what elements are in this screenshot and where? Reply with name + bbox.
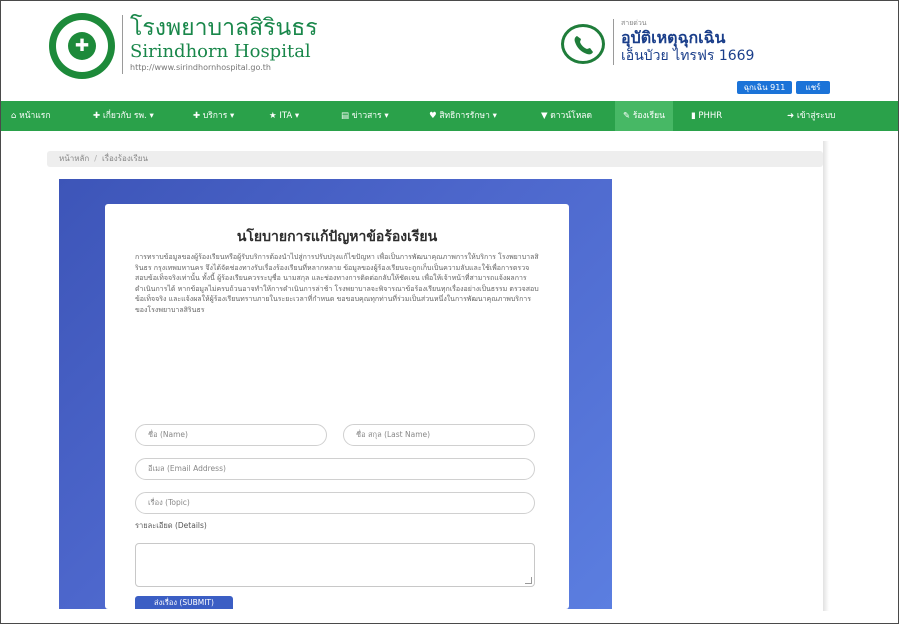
last-name-placeholder: ชื่อ สกุล (Last Name) <box>356 430 431 439</box>
submit-button[interactable]: ส่งเรื่อง (SUBMIT) <box>135 596 233 609</box>
share-button[interactable]: แชร์ <box>796 81 830 94</box>
nav-item-phhr[interactable]: ▮ PHHR <box>691 101 722 131</box>
resize-handle[interactable] <box>525 577 532 584</box>
nav-item-news[interactable]: ▤ ข่าวสาร ▾ <box>341 101 389 131</box>
policy-text: การทราบข้อมูลของผู้ร้องเรียนหรือผู้รับบร… <box>135 253 539 314</box>
nav-label: PHHR <box>698 111 723 121</box>
nav-label: ITA ▾ <box>279 111 300 121</box>
page-frame: ✚ โรงพยาบาลสิรินธร Sirindhorn Hospital h… <box>0 0 899 624</box>
email-field[interactable]: อีเมล (Email Address) <box>135 458 535 480</box>
caduceus-icon: ✚ <box>68 32 96 60</box>
phone-icon <box>561 24 605 64</box>
service-icon: ✚ <box>193 111 201 121</box>
nav-label: หน้าแรก <box>19 111 51 121</box>
hospital-logo[interactable]: ✚ <box>49 13 115 79</box>
emergency-block: สายด่วน อุบัติเหตุฉุกเฉิน เอ็นบัวย ไทรฟร… <box>613 19 754 65</box>
emergency-title: อุบัติเหตุฉุกเฉิน <box>621 28 726 47</box>
hospital-title-block: โรงพยาบาลสิรินธร Sirindhorn Hospital htt… <box>122 15 318 74</box>
nav-label: ข่าวสาร ▾ <box>351 111 389 121</box>
file-icon: ▼ <box>541 111 548 121</box>
policy-title: นโยบายการแก้ปัญหาข้อร้องเรียน <box>236 229 438 245</box>
details-label: รายละเอียด (Details) <box>135 521 207 530</box>
email-placeholder: อีเมล (Email Address) <box>148 464 226 473</box>
chart-icon: ▮ <box>691 111 696 121</box>
home-icon: ⌂ <box>11 111 17 121</box>
first-name-placeholder: ชื่อ (Name) <box>148 430 188 439</box>
nav-label: เกี่ยวกับ รพ. ▾ <box>102 111 154 121</box>
pencil-icon: ✎ <box>623 111 631 121</box>
details-textarea[interactable] <box>135 543 535 587</box>
nav-label: สิทธิการรักษา ▾ <box>439 111 497 121</box>
nav-item-home[interactable]: ⌂ หน้าแรก <box>11 101 51 131</box>
login-icon: ➜ <box>787 111 795 121</box>
subject-field[interactable]: เรื่อง (Topic) <box>135 492 535 514</box>
first-name-field[interactable]: ชื่อ (Name) <box>135 424 327 446</box>
heart-icon: ♥ <box>429 111 437 121</box>
nav-label: บริการ ▾ <box>202 111 235 121</box>
subject-placeholder: เรื่อง (Topic) <box>148 498 190 507</box>
content-divider <box>823 141 829 611</box>
nav-label: ดาวน์โหลด <box>550 111 593 121</box>
nav-item-login[interactable]: ➜ เข้าสู่ระบบ <box>787 101 835 131</box>
main-nav: ⌂ หน้าแรก ✚ เกี่ยวกับ รพ. ▾ ✚ บริการ ▾ ★… <box>1 101 898 131</box>
emergency-number: เอ็นบัวย ไทรฟร 1669 <box>621 48 755 64</box>
breadcrumb: หน้าหลัก / เรื่องร้องเรียน <box>47 151 823 167</box>
emergency-caption: สายด่วน <box>621 19 647 27</box>
nav-item-ita[interactable]: ★ ITA ▾ <box>269 101 299 131</box>
info-icon: ✚ <box>93 111 101 121</box>
hospital-name-thai[interactable]: โรงพยาบาลสิรินธร <box>130 15 318 42</box>
hospital-name-english[interactable]: Sirindhorn Hospital <box>130 42 318 62</box>
nav-item-services[interactable]: ✚ บริการ ▾ <box>193 101 234 131</box>
nav-item-complaint[interactable]: ✎ ร้องเรียน <box>615 101 673 131</box>
breadcrumb-separator: / <box>94 154 97 163</box>
breadcrumb-current: เรื่องร้องเรียน <box>101 154 148 163</box>
nav-item-download[interactable]: ▼ ดาวน์โหลด <box>541 101 592 131</box>
news-icon: ▤ <box>341 111 350 121</box>
nav-item-rights[interactable]: ♥ สิทธิการรักษา ▾ <box>429 101 497 131</box>
last-name-field[interactable]: ชื่อ สกุล (Last Name) <box>343 424 535 446</box>
star-icon: ★ <box>269 111 277 121</box>
nav-item-about[interactable]: ✚ เกี่ยวกับ รพ. ▾ <box>93 101 154 131</box>
hospital-url[interactable]: http://www.sirindhornhospital.go.th <box>130 62 318 74</box>
emergency-call-button[interactable]: ฉุกเฉิน 911 <box>737 81 792 94</box>
complaint-card: นโยบายการแก้ปัญหาข้อร้องเรียน การทราบข้อ… <box>105 204 569 609</box>
breadcrumb-home-link[interactable]: หน้าหลัก <box>59 154 89 163</box>
nav-label: ร้องเรียน <box>632 111 665 121</box>
nav-label: เข้าสู่ระบบ <box>796 111 836 121</box>
